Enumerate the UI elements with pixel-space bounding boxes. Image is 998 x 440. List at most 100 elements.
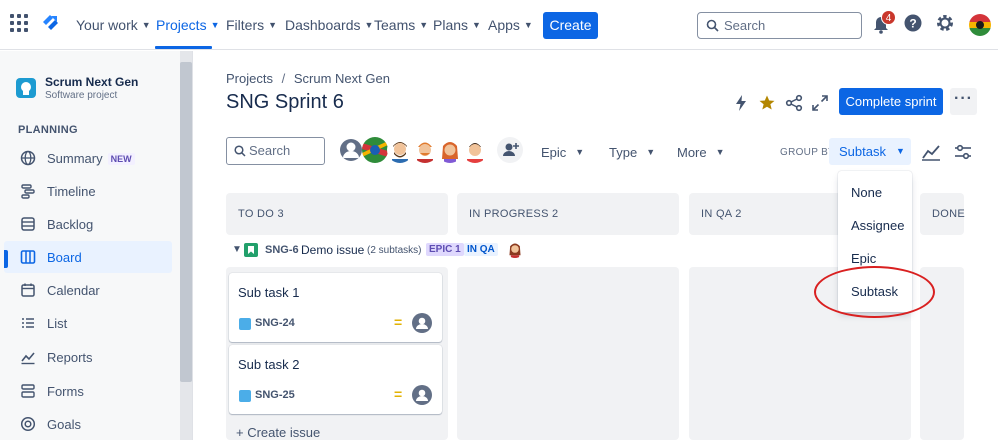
priority-medium-icon: = [394,314,403,330]
share-icon[interactable] [785,94,803,112]
create-button[interactable]: Create [543,12,598,39]
project-type: Software project [45,90,118,101]
globe-icon [20,150,36,166]
view-settings-button[interactable] [950,139,976,165]
group-by-label: GROUP BY [780,147,836,158]
filter-label: Epic [541,145,567,160]
sidebar-scrollbar-thumb[interactable] [180,62,192,382]
subtask-icon [239,390,251,402]
sidebar-item-reports[interactable]: Reports [4,341,172,373]
column-title: IN QA 2 [701,208,742,220]
lightning-icon[interactable] [732,94,750,112]
chevron-down-icon: ▼ [419,20,429,30]
planning-section-heading: PLANNING [18,124,78,136]
timeline-icon [21,184,35,199]
user-avatar[interactable] [969,14,991,36]
breadcrumb-projects[interactable]: Projects [226,71,273,86]
swimlane-issue-key[interactable]: SNG-6 [265,244,299,256]
swimlane-issue-name[interactable]: Demo issue [301,243,364,257]
column-body-in-progress [457,267,679,440]
chevron-down-icon[interactable]: ▼ [232,244,242,255]
breadcrumb-project[interactable]: Scrum Next Gen [294,71,390,86]
nav-projects[interactable]: Projects ▼ [156,17,220,33]
gear-icon[interactable] [936,14,954,32]
unassigned-avatar[interactable] [412,313,432,333]
top-navigation: Your work ▼ Projects ▼ Filters ▼ Dashboards… [0,0,998,50]
card-key: SNG-24 [255,317,295,329]
settings-sliders-icon [955,144,971,160]
help-icon[interactable]: ? [904,14,922,32]
annotation-circle [814,266,935,318]
nav-label: Plans [433,17,469,33]
search-icon [706,19,719,32]
nav-dashboards[interactable]: Dashboards ▼ [285,17,373,33]
nav-filters[interactable]: Filters ▼ [226,17,277,33]
sidebar-item-goals[interactable]: Goals [4,408,172,440]
avatar-user-3[interactable] [412,137,438,163]
group-by-option-epic[interactable]: Epic [851,251,876,266]
board-search-input[interactable]: Search [226,137,325,165]
app-switcher-icon[interactable] [10,14,30,34]
more-filter-button[interactable]: More ▼ [677,145,725,160]
reports-icon [21,352,35,365]
column-todo: TO DO 3 [226,193,448,235]
add-people-button[interactable] [497,137,523,163]
sidebar-item-label: Goals [47,417,81,432]
avatar-user-1[interactable] [362,137,388,163]
new-badge: NEW [107,153,135,165]
sidebar-item-list[interactable]: List [4,307,172,339]
avatar-unassigned[interactable] [338,137,364,163]
sidebar-item-forms[interactable]: Forms [4,375,172,407]
nav-label: Your work [76,17,138,33]
avatar-user-4[interactable] [437,137,463,163]
sidebar-item-label: Timeline [47,184,96,199]
sidebar-item-board[interactable]: Board [4,241,172,273]
active-item-indicator [4,250,8,268]
nav-apps[interactable]: Apps ▼ [488,17,533,33]
column-in-progress: IN PROGRESS 2 [457,193,679,235]
star-icon[interactable] [758,94,776,112]
global-search-input[interactable]: Search [697,12,862,39]
subtask-icon [239,318,251,330]
unassigned-avatar[interactable] [412,385,432,405]
nav-your-work[interactable]: Your work ▼ [76,17,151,33]
group-by-select[interactable]: Subtask ▼ [829,138,911,165]
card-title: Sub task 2 [238,357,300,372]
sidebar-item-calendar[interactable]: Calendar [4,274,172,306]
fullscreen-icon[interactable] [811,94,829,112]
backlog-icon [21,217,35,231]
avatar-user-2[interactable] [387,137,413,163]
sidebar-item-label: Backlog [47,217,94,232]
epic-filter-button[interactable]: Epic ▼ [541,145,584,160]
search-placeholder: Search [249,143,291,158]
jira-logo-icon[interactable] [40,13,62,35]
swimlane-assignee-avatar[interactable] [506,240,524,258]
project-sidebar: Scrum Next Gen Software project PLANNING… [0,51,193,440]
nav-plans[interactable]: Plans ▼ [433,17,481,33]
issue-card[interactable]: Sub task 1 SNG-24 = [229,273,442,342]
avatar-user-5[interactable] [462,137,488,163]
group-by-value: Subtask [839,144,886,159]
create-issue-button[interactable]: + Create issue [236,425,320,440]
priority-medium-icon: = [394,386,403,402]
more-actions-button[interactable]: ··· [950,88,977,115]
sidebar-item-summary[interactable]: Summary NEW [4,142,172,174]
board-icon [20,250,36,264]
filter-label: More [677,145,707,160]
sidebar-item-label: Reports [47,350,93,365]
column-title: TO DO 3 [238,208,284,220]
project-name[interactable]: Scrum Next Gen [45,75,138,89]
project-avatar-icon [16,78,36,98]
group-by-option-none[interactable]: None [851,185,882,200]
notification-count-badge: 4 [881,10,896,25]
sidebar-item-backlog[interactable]: Backlog [4,208,172,240]
insights-button[interactable] [918,139,944,165]
card-key: SNG-25 [255,389,295,401]
group-by-option-assignee[interactable]: Assignee [851,218,904,233]
type-filter-button[interactable]: Type ▼ [609,145,655,160]
chevron-down-icon: ▼ [895,146,905,156]
sidebar-item-timeline[interactable]: Timeline [4,175,172,207]
issue-card[interactable]: Sub task 2 SNG-25 = [229,345,442,414]
complete-sprint-button[interactable]: Complete sprint [839,88,943,115]
nav-teams[interactable]: Teams ▼ [374,17,428,33]
